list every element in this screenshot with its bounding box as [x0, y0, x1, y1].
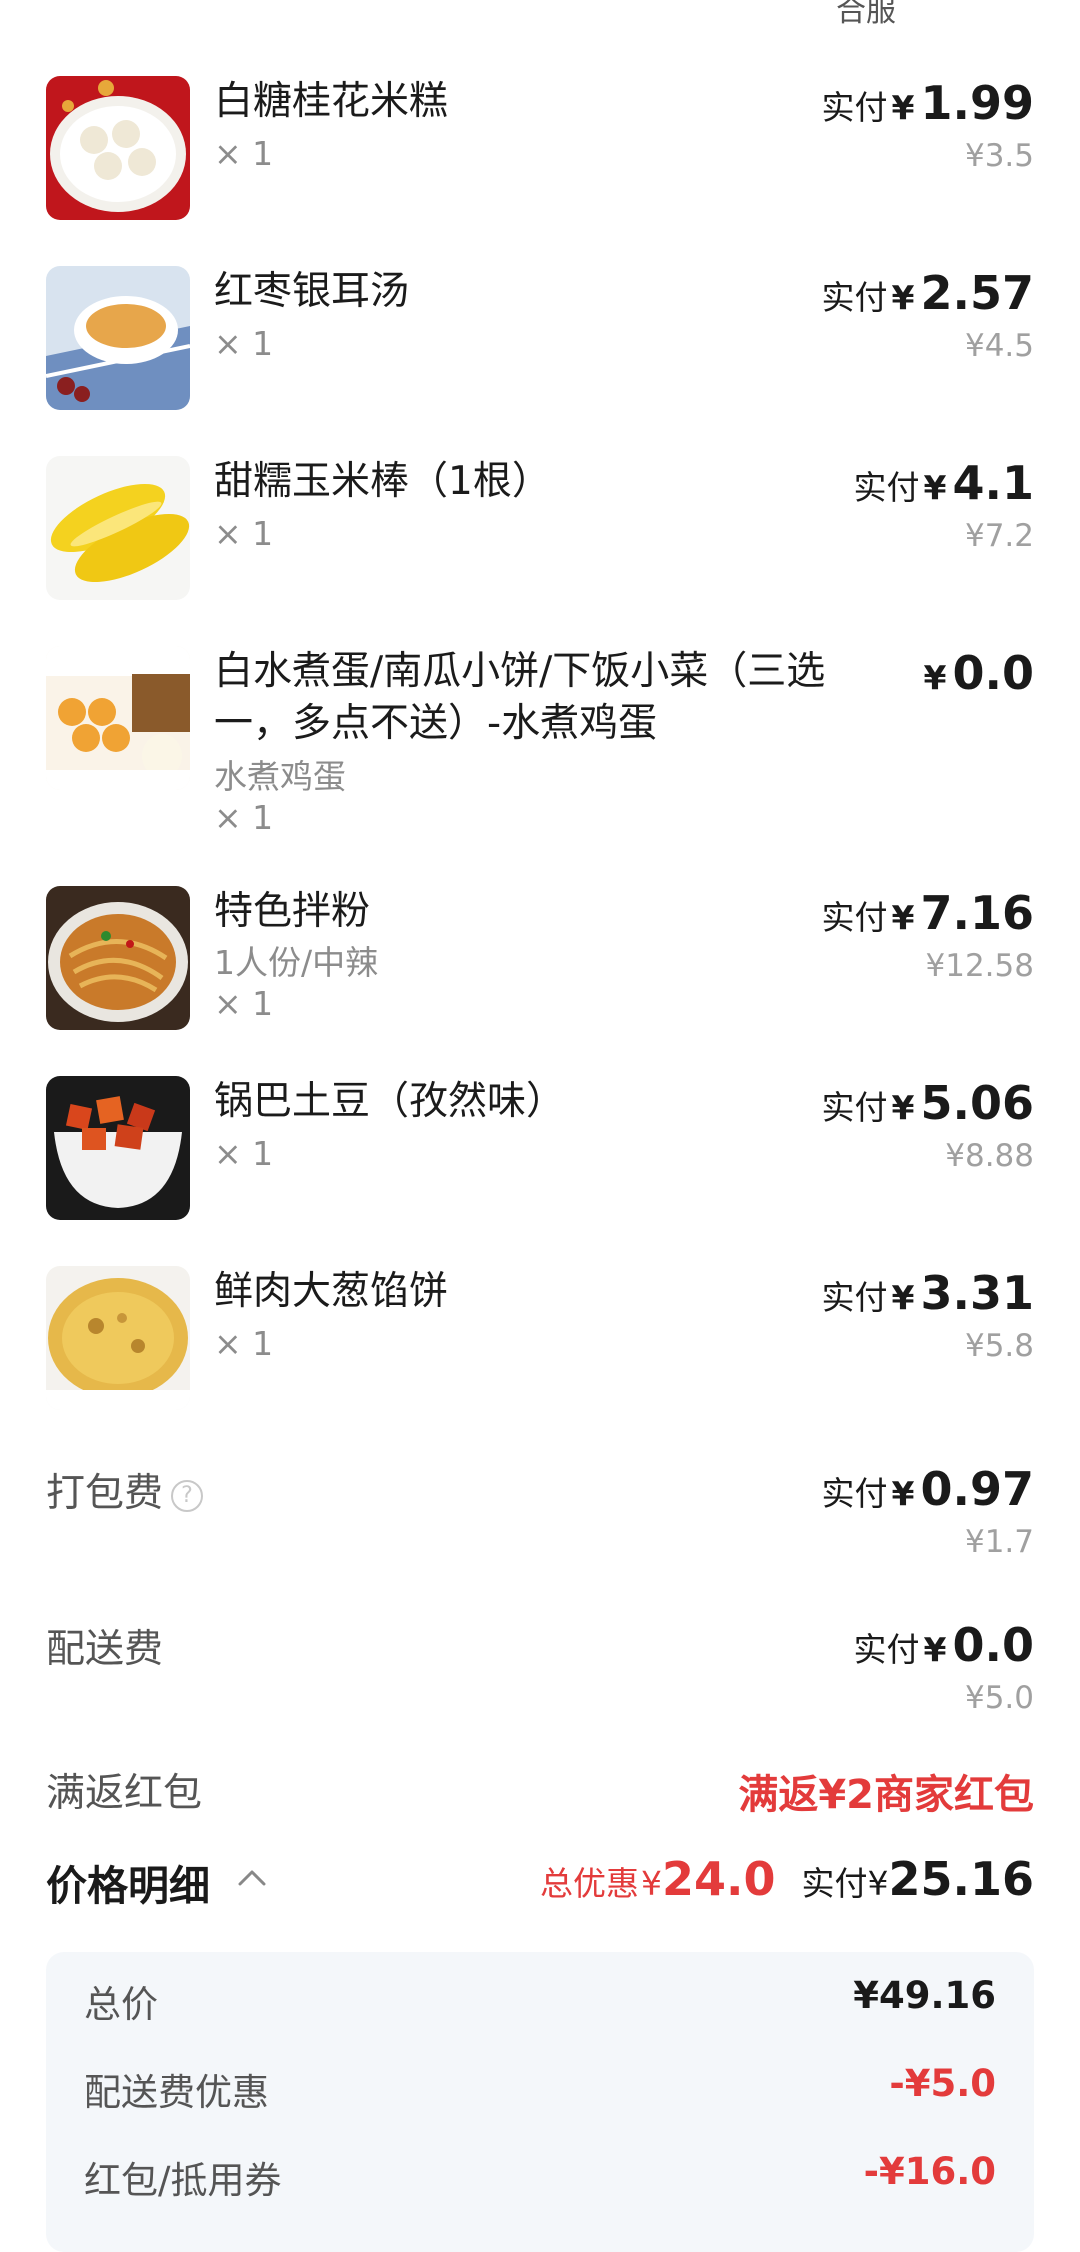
meat-pie-photo: [46, 1266, 190, 1410]
detail-value: -¥16.0: [863, 2150, 996, 2193]
delivery-fee-row: 配送费 实付 ¥0.0 ¥5.0: [46, 1618, 1034, 1718]
item-spec: 水煮鸡蛋: [214, 757, 346, 796]
item-original-price: ¥7.2: [964, 518, 1034, 554]
item-paid-price: 实付 ¥7.16: [821, 886, 1034, 940]
order-item[interactable]: 白糖桂花米糕 × 1 实付 ¥1.99 ¥3.5: [46, 76, 1034, 226]
item-paid-price: 实付 ¥4.1: [853, 456, 1034, 510]
item-original-price: ¥4.5: [964, 328, 1034, 364]
order-item[interactable]: 甜糯玉米棒（1根） × 1 实付 ¥4.1 ¥7.2: [46, 456, 1034, 606]
detail-label: 配送费优惠: [84, 2071, 269, 2114]
item-quantity: × 1: [214, 1134, 274, 1173]
noodles-photo: [46, 886, 190, 1030]
item-spec: 1人份/中辣: [214, 943, 379, 982]
detail-label: 总价: [84, 1983, 158, 2026]
rice-cake-photo: [46, 76, 190, 220]
item-quantity: × 1: [214, 514, 274, 553]
item-name: 白糖桂花米糕: [214, 79, 449, 124]
item-quantity: × 1: [214, 984, 274, 1023]
order-item[interactable]: 红枣银耳汤 × 1 实付 ¥2.57 ¥4.5: [46, 266, 1034, 416]
item-paid-price: 实付 ¥1.99: [821, 76, 1034, 130]
item-original-price: ¥8.88: [945, 1138, 1034, 1174]
item-name: 甜糯玉米棒（1根）: [214, 459, 551, 504]
item-quantity: × 1: [214, 134, 274, 173]
question-circle-icon[interactable]: ?: [171, 1479, 204, 1512]
packing-fee-paid: 实付 ¥0.97: [821, 1462, 1034, 1516]
item-original-price: ¥12.58: [925, 948, 1034, 984]
red-packet-value: 满返¥2商家红包: [738, 1772, 1034, 1818]
packing-fee-row: 打包费? 实付 ¥0.97 ¥1.7: [46, 1462, 1034, 1562]
delivery-fee-original: ¥5.0: [964, 1680, 1034, 1716]
item-paid-price: ¥0.0: [923, 646, 1034, 700]
item-name: 红枣银耳汤: [214, 269, 410, 314]
detail-value: ¥49.16: [853, 1974, 996, 2017]
item-original-price: ¥3.5: [964, 138, 1034, 174]
item-quantity: × 1: [214, 798, 274, 837]
item-paid-price: 实付 ¥5.06: [821, 1076, 1034, 1130]
tremella-soup-photo: [46, 266, 190, 410]
order-item[interactable]: 锅巴土豆（孜然味） × 1 实付 ¥5.06 ¥8.88: [46, 1076, 1034, 1226]
item-paid-price: 实付 ¥3.31: [821, 1266, 1034, 1320]
item-name: 特色拌粉: [214, 889, 371, 934]
detail-label: 红包/抵用券: [84, 2159, 282, 2202]
item-quantity: × 1: [214, 1324, 274, 1363]
item-paid-price: 实付 ¥2.57: [821, 266, 1034, 320]
total-discount-label: 总优惠: [539, 1864, 639, 1903]
red-packet-label: 满返红包: [46, 1771, 203, 1816]
packing-fee-original: ¥1.7: [964, 1524, 1034, 1560]
boiled-egg-combo-photo: [46, 646, 190, 790]
total-discount-value: 24.0: [661, 1852, 776, 1906]
delivery-fee-paid: 实付 ¥0.0: [853, 1618, 1034, 1672]
chevron-up-icon[interactable]: [232, 1858, 272, 1898]
price-detail-title: 价格明细: [46, 1862, 210, 1910]
packing-fee-label: 打包费?: [46, 1462, 204, 1518]
detail-value: -¥5.0: [889, 2062, 996, 2105]
price-detail-header[interactable]: 价格明细 总优惠¥24.0 实付¥25.16: [46, 1852, 1034, 1922]
item-original-price: ¥5.8: [964, 1328, 1034, 1364]
order-item[interactable]: 白水煮蛋/南瓜小饼/下饭小菜（三选一，多点不送）-水煮鸡蛋 水煮鸡蛋 × 1 ¥…: [46, 646, 1034, 842]
total-paid-value: 25.16: [888, 1852, 1034, 1906]
red-packet-row: 满返红包 满返¥2商家红包: [46, 1762, 1034, 1822]
delivery-fee-label: 配送费: [46, 1627, 164, 1672]
price-detail-panel: 总价 ¥49.16 配送费优惠 -¥5.0 红包/抵用券 -¥16.0: [46, 1952, 1034, 2252]
order-item[interactable]: 特色拌粉 1人份/中辣 × 1 实付 ¥7.16 ¥12.58: [46, 886, 1034, 1036]
total-paid-label: 实付: [801, 1864, 868, 1903]
item-name: 锅巴土豆（孜然味）: [214, 1079, 566, 1124]
order-item[interactable]: 鲜肉大葱馅饼 × 1 实付 ¥3.31 ¥5.8: [46, 1266, 1034, 1416]
price-detail-summary: 总优惠¥24.0 实付¥25.16: [539, 1852, 1034, 1906]
header-fragment-text: 合服: [836, 0, 896, 29]
item-name: 白水煮蛋/南瓜小饼/下饭小菜（三选一，多点不送）-水煮鸡蛋: [214, 649, 826, 746]
potato-photo: [46, 1076, 190, 1220]
item-quantity: × 1: [214, 324, 274, 363]
item-name: 鲜肉大葱馅饼: [214, 1269, 449, 1314]
corn-photo: [46, 456, 190, 600]
